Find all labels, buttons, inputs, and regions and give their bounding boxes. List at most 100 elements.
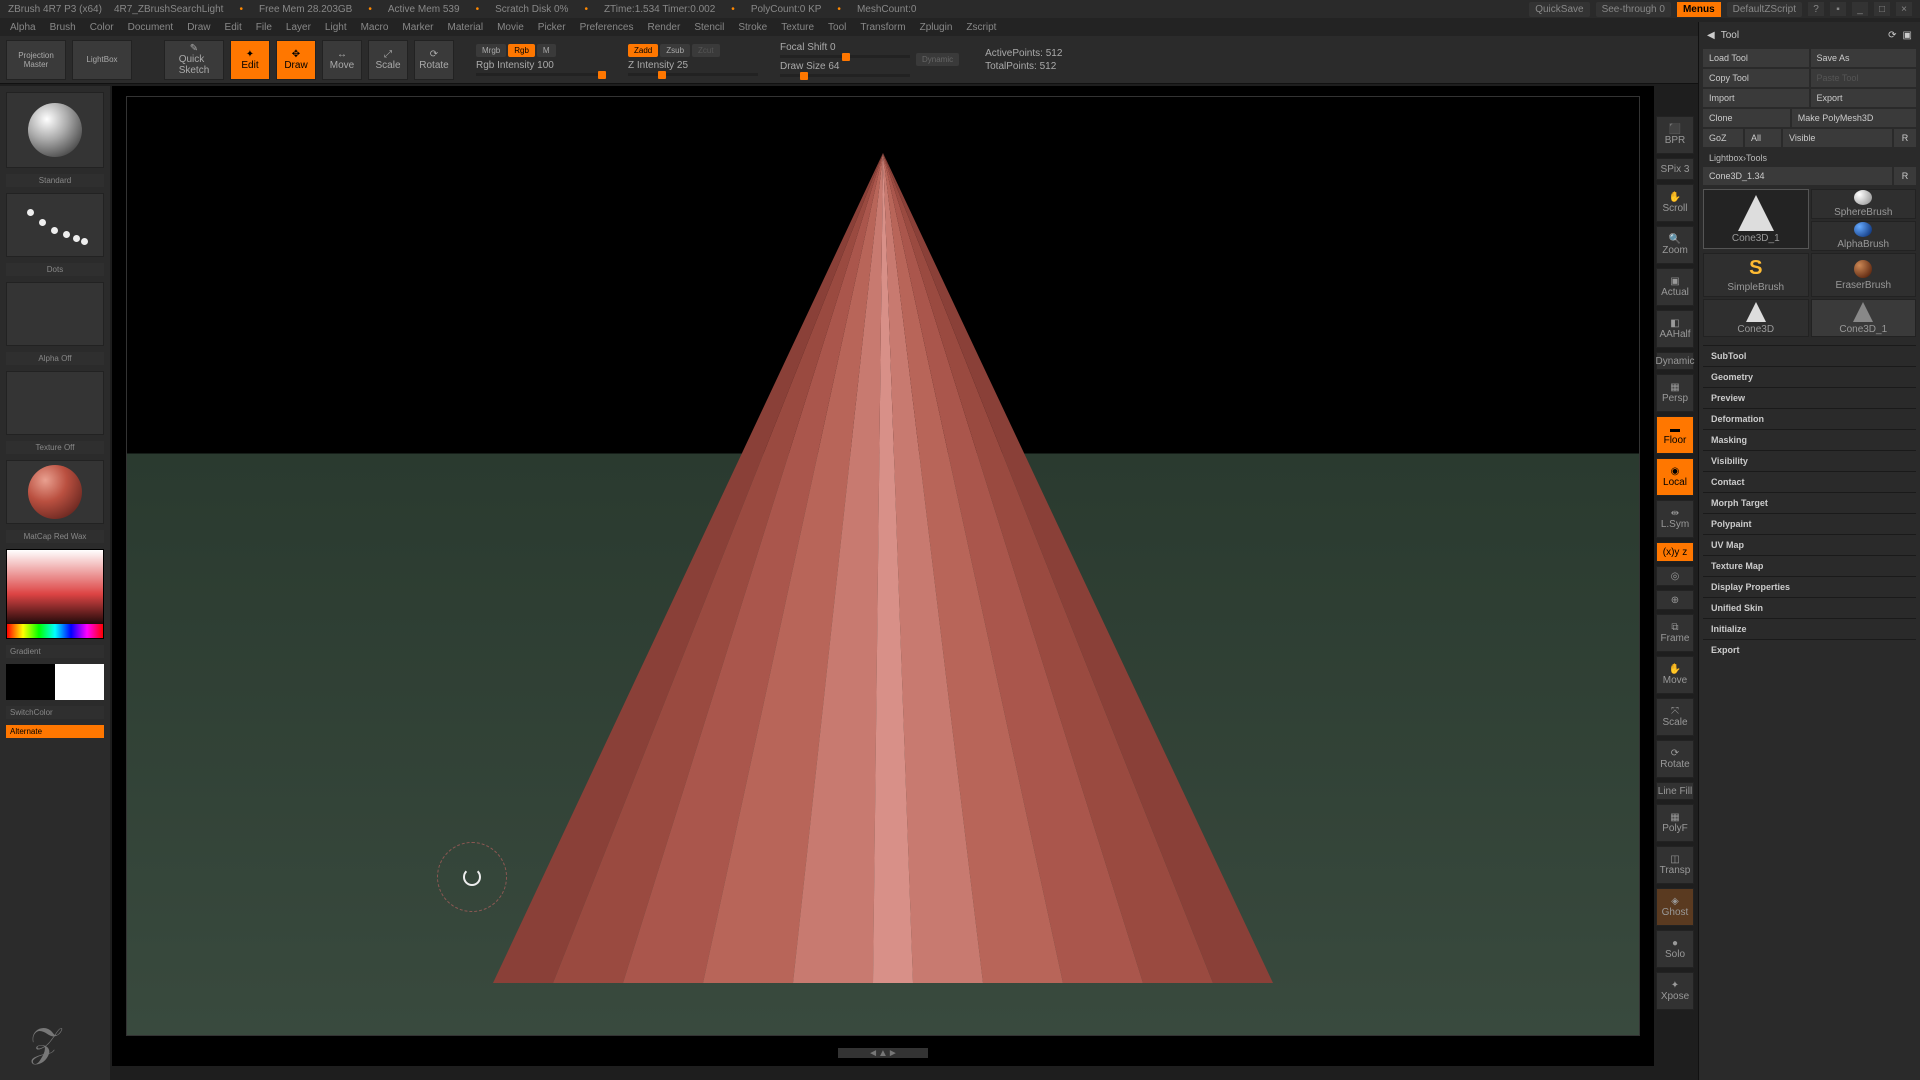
- menu-transform[interactable]: Transform: [860, 22, 905, 33]
- xpose-button[interactable]: ✦Xpose: [1656, 972, 1694, 1010]
- move-button[interactable]: ↔Move: [322, 40, 362, 80]
- local-button[interactable]: ◉Local: [1656, 458, 1694, 496]
- menu-brush[interactable]: Brush: [50, 22, 76, 33]
- quicksketch-button[interactable]: ✎ Quick Sketch: [164, 40, 224, 80]
- rotate-button[interactable]: ⟳Rotate: [414, 40, 454, 80]
- minimize-icon[interactable]: _: [1852, 2, 1868, 16]
- aahalf-button[interactable]: ◧AAHalf: [1656, 310, 1694, 348]
- zadd-toggle[interactable]: Zadd: [628, 44, 658, 57]
- menu-alpha[interactable]: Alpha: [10, 22, 36, 33]
- alternate-button[interactable]: Alternate: [6, 725, 104, 738]
- section-subtool[interactable]: SubTool: [1703, 345, 1916, 366]
- section-geometry[interactable]: Geometry: [1703, 366, 1916, 387]
- menu-preferences[interactable]: Preferences: [580, 22, 634, 33]
- goz-visible-button[interactable]: Visible: [1783, 129, 1892, 147]
- help-icon[interactable]: ?: [1808, 2, 1824, 16]
- transp-button[interactable]: ◫Transp: [1656, 846, 1694, 884]
- make-polymesh-button[interactable]: Make PolyMesh3D: [1792, 109, 1916, 127]
- menu-zplugin[interactable]: Zplugin: [920, 22, 953, 33]
- lsym-button[interactable]: ⇹L.Sym: [1656, 500, 1694, 538]
- menu-layer[interactable]: Layer: [286, 22, 311, 33]
- draw-button[interactable]: ✥Draw: [276, 40, 316, 80]
- menu-color[interactable]: Color: [90, 22, 114, 33]
- nav-scale-button[interactable]: ⤧Scale: [1656, 698, 1694, 736]
- m-toggle[interactable]: M: [537, 44, 556, 57]
- cone-mesh[interactable]: [493, 153, 1273, 983]
- clone-button[interactable]: Clone: [1703, 109, 1790, 127]
- scale-button[interactable]: ⤢Scale: [368, 40, 408, 80]
- mrgb-toggle[interactable]: Mrgb: [476, 44, 506, 57]
- menus-button[interactable]: Menus: [1677, 2, 1721, 17]
- expand-icon[interactable]: ◀: [1707, 30, 1715, 41]
- seethrough-slider[interactable]: See-through 0: [1596, 2, 1671, 17]
- persp-button[interactable]: ▦Persp: [1656, 374, 1694, 412]
- menu-macro[interactable]: Macro: [361, 22, 389, 33]
- section-texture-map[interactable]: Texture Map: [1703, 555, 1916, 576]
- menu-material[interactable]: Material: [448, 22, 484, 33]
- tool-r-button[interactable]: R: [1894, 167, 1916, 185]
- z-intensity-slider[interactable]: Z Intensity 25: [628, 60, 758, 76]
- rgb-toggle[interactable]: Rgb: [508, 44, 535, 57]
- menu-texture[interactable]: Texture: [781, 22, 814, 33]
- maximize-icon[interactable]: □: [1874, 2, 1890, 16]
- lightbox-button[interactable]: LightBox: [72, 40, 132, 80]
- tool-thumb-cone[interactable]: Cone3D_1: [1703, 189, 1809, 249]
- section-initialize[interactable]: Initialize: [1703, 618, 1916, 639]
- dynamic-toggle[interactable]: Dynamic: [916, 53, 959, 66]
- menu-picker[interactable]: Picker: [538, 22, 566, 33]
- section-unified-skin[interactable]: Unified Skin: [1703, 597, 1916, 618]
- fit-button[interactable]: ⊕: [1656, 590, 1694, 610]
- rgb-intensity-slider[interactable]: Rgb Intensity 100: [476, 60, 606, 76]
- section-deformation[interactable]: Deformation: [1703, 408, 1916, 429]
- projection-master-button[interactable]: Projection Master: [6, 40, 66, 80]
- bpr-button[interactable]: ⬛BPR: [1656, 116, 1694, 154]
- close-panel-icon[interactable]: ▣: [1903, 30, 1912, 41]
- copy-tool-button[interactable]: Copy Tool: [1703, 69, 1809, 87]
- center-button[interactable]: ◎: [1656, 566, 1694, 586]
- menu-file[interactable]: File: [256, 22, 272, 33]
- texture-thumbnail[interactable]: [6, 371, 104, 435]
- import-button[interactable]: Import: [1703, 89, 1809, 107]
- edit-button[interactable]: ✦Edit: [230, 40, 270, 80]
- secondary-color[interactable]: [6, 664, 55, 700]
- draw-size-slider[interactable]: Draw Size 64: [780, 61, 910, 77]
- menu-zscript[interactable]: Zscript: [966, 22, 996, 33]
- tool-thumb-cone3[interactable]: Cone3D_1: [1811, 299, 1917, 337]
- viewport[interactable]: [126, 96, 1640, 1036]
- spix-slider[interactable]: SPix 3: [1656, 158, 1694, 180]
- load-tool-button[interactable]: Load Tool: [1703, 49, 1809, 67]
- focal-shift-slider[interactable]: Focal Shift 0: [780, 42, 910, 58]
- menu-movie[interactable]: Movie: [497, 22, 524, 33]
- polyf-button[interactable]: ▦PolyF: [1656, 804, 1694, 842]
- close-icon[interactable]: ×: [1896, 2, 1912, 16]
- section-morph-target[interactable]: Morph Target: [1703, 492, 1916, 513]
- section-polypaint[interactable]: Polypaint: [1703, 513, 1916, 534]
- swatch-pair[interactable]: [6, 664, 104, 700]
- quicksave-button[interactable]: QuickSave: [1529, 2, 1589, 17]
- save-as-button[interactable]: Save As: [1811, 49, 1917, 67]
- frame-button[interactable]: ⧉Frame: [1656, 614, 1694, 652]
- section-uv-map[interactable]: UV Map: [1703, 534, 1916, 555]
- goz-r-button[interactable]: R: [1894, 129, 1916, 147]
- tool-thumb-alphabrush[interactable]: AlphaBrush: [1811, 221, 1917, 251]
- tool-thumb-cone2[interactable]: Cone3D: [1703, 299, 1809, 337]
- gradient-toggle[interactable]: Gradient: [6, 645, 104, 658]
- ghost-button[interactable]: ◈Ghost: [1656, 888, 1694, 926]
- tool-thumb-eraserbrush[interactable]: EraserBrush: [1811, 253, 1917, 297]
- switchcolor-button[interactable]: SwitchColor: [6, 706, 104, 719]
- menu-document[interactable]: Document: [128, 22, 174, 33]
- brush-thumbnail[interactable]: [6, 92, 104, 168]
- menu-draw[interactable]: Draw: [187, 22, 210, 33]
- xyz-button[interactable]: (x)y z: [1656, 542, 1694, 562]
- menu-stencil[interactable]: Stencil: [694, 22, 724, 33]
- pin-icon[interactable]: ▪: [1830, 2, 1846, 16]
- zsub-toggle[interactable]: Zsub: [660, 44, 690, 57]
- material-thumbnail[interactable]: [6, 460, 104, 524]
- paste-tool-button[interactable]: Paste Tool: [1811, 69, 1917, 87]
- stroke-thumbnail[interactable]: [6, 193, 104, 257]
- section-preview[interactable]: Preview: [1703, 387, 1916, 408]
- tool-thumb-spherebrush[interactable]: SphereBrush: [1811, 189, 1917, 219]
- menu-stroke[interactable]: Stroke: [738, 22, 767, 33]
- color-picker[interactable]: [6, 549, 104, 639]
- nav-rotate-button[interactable]: ⟳Rotate: [1656, 740, 1694, 778]
